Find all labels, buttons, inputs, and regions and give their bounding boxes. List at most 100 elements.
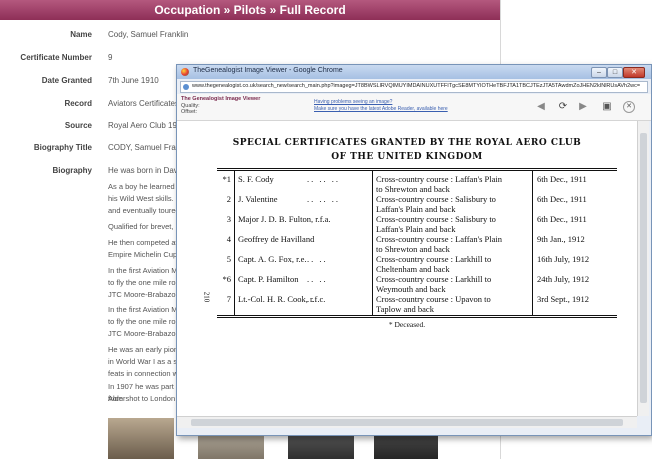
- close-icon[interactable]: ✕: [623, 101, 635, 113]
- route-line: Cross-country course : Larkhill to: [376, 274, 492, 284]
- record-value: He was born in Daven: [108, 166, 187, 175]
- record-label: Record: [64, 99, 92, 108]
- viewer-toolbar: The Genealogist Image Viewer Quality: Of…: [177, 94, 651, 121]
- cert-number: *1: [222, 174, 232, 184]
- date-granted: 24th July, 1912: [537, 274, 590, 284]
- forward-arrow-icon[interactable]: ▶: [577, 101, 589, 113]
- pilot-name: Major J. D. B. Fulton, r.f.a.: [238, 214, 331, 224]
- route-line: Cheltenham and back: [376, 264, 450, 274]
- route: Cross-country course : Upavon to Taplow a…: [376, 294, 528, 314]
- cert-number: 2: [226, 194, 231, 204]
- table-rule: [217, 170, 617, 171]
- chrome-logo-icon: [181, 68, 189, 76]
- date-granted: 3rd Sept., 1912: [537, 294, 589, 304]
- record-value: Aviators Certificates: [108, 99, 179, 108]
- back-arrow-icon[interactable]: ◀: [535, 101, 547, 113]
- date-granted: 6th Dec., 1911: [537, 194, 587, 204]
- record-value: Royal Aero Club 1924: [108, 121, 186, 130]
- leader-dots: .. ..: [307, 254, 328, 264]
- window-title: TheGenealogist Image Viewer - Google Chr…: [193, 67, 343, 74]
- route-line: Laffan's Plain and back: [376, 224, 456, 234]
- date-granted: 6th Dec., 1911: [537, 214, 587, 224]
- date-granted: 6th Dec., 1911: [537, 174, 587, 184]
- close-window-button[interactable]: ✕: [623, 67, 645, 78]
- record-value: Cody, Samuel Franklin: [108, 30, 189, 39]
- quality-label: Quality:: [181, 102, 200, 109]
- table-column-rule: [372, 170, 373, 316]
- record-value: 7th June 1910: [108, 76, 159, 85]
- cert-number: 4: [226, 234, 231, 244]
- route-line: to Shrewton and back: [376, 184, 450, 194]
- leader-dots: .. .. ..: [307, 194, 340, 204]
- cert-number: 7: [226, 294, 231, 304]
- cert-number: *6: [222, 274, 232, 284]
- record-value: 9: [108, 53, 113, 62]
- offset-label: Offset:: [181, 109, 198, 115]
- scrollbar-thumb[interactable]: [191, 419, 623, 426]
- leader-dots: ..: [307, 294, 316, 304]
- leader-dots: .. .. ..: [307, 174, 340, 184]
- cert-number: 3: [226, 214, 231, 224]
- vertical-scrollbar[interactable]: [637, 121, 649, 416]
- help-link[interactable]: Having problems seeing an image?: [314, 99, 392, 105]
- pilot-name: S. F. Cody: [238, 174, 274, 184]
- date-granted: 16th July, 1912: [537, 254, 590, 264]
- route: Cross-country course : Larkhill to Chelte…: [376, 254, 528, 274]
- pilot-name: Capt. P. Hamilton: [238, 274, 299, 284]
- table-rule: [217, 317, 617, 318]
- address-bar[interactable]: www.thegenealogist.co.uk/search_new/sear…: [180, 81, 648, 93]
- record-label: Biography: [52, 166, 92, 175]
- route-line: Cross-country course : Larkhill to: [376, 254, 492, 264]
- adobe-reader-link[interactable]: Make sure you have the latest Adobe Read…: [314, 106, 448, 112]
- route-line: Cross-country course : Salisbury to: [376, 194, 496, 204]
- record-row-name: Name Cody, Samuel Franklin: [0, 30, 500, 44]
- address-url[interactable]: www.thegenealogist.co.uk/search_new/sear…: [192, 83, 644, 89]
- record-label: Certificate Number: [20, 53, 92, 62]
- table-column-rule: [532, 170, 533, 316]
- record-label: Name: [70, 30, 92, 39]
- image-viewer-window: TheGenealogist Image Viewer - Google Chr…: [176, 64, 652, 436]
- record-label: Source: [64, 121, 92, 130]
- route-line: Cross-country course : Laffan's Plain: [376, 234, 503, 244]
- scanned-document: SPECIAL CERTIFICATES GRANTED BY THE ROYA…: [177, 121, 637, 416]
- horizontal-scrollbar[interactable]: [177, 416, 637, 428]
- maximize-button[interactable]: □: [607, 67, 623, 78]
- route: Cross-country course : Larkhill to Weymou…: [376, 274, 528, 294]
- route: Cross-country course : Salisbury to Laffa…: [376, 194, 528, 214]
- scrollbar-thumb[interactable]: [640, 133, 647, 403]
- minimize-button[interactable]: –: [591, 67, 607, 78]
- page-icon: [183, 84, 189, 90]
- table-rule: [217, 168, 617, 169]
- viewer-brand: The Genealogist Image Viewer Quality: Of…: [181, 96, 260, 116]
- record-label: Biography Title: [33, 143, 92, 152]
- document-title: SPECIAL CERTIFICATES GRANTED BY THE ROYA…: [232, 138, 582, 148]
- route-line: to Shrewton and back: [376, 244, 450, 254]
- document-subtitle: OF THE UNITED KINGDOM: [331, 152, 483, 162]
- route-line: Laffan's Plain and back: [376, 204, 456, 214]
- rotate-icon[interactable]: ⟳: [557, 101, 569, 113]
- footnote: * Deceased.: [388, 320, 426, 329]
- route: Cross-country course : Laffan's Plain to …: [376, 174, 528, 194]
- pilot-name: Capt. A. G. Fox, r.e.: [238, 254, 307, 264]
- page-header: Occupation » Pilots » Full Record: [0, 0, 500, 20]
- photo-thumbnail[interactable]: [108, 418, 174, 459]
- table-column-rule: [234, 170, 235, 316]
- window-titlebar[interactable]: TheGenealogist Image Viewer - Google Chr…: [177, 65, 651, 79]
- route-line: Cross-country course : Salisbury to: [376, 214, 496, 224]
- route-line: Cross-country course : Laffan's Plain: [376, 174, 503, 184]
- record-label: Date Granted: [41, 76, 92, 85]
- page-side-number: 210: [202, 291, 211, 303]
- route-line: Cross-country course : Upavon to: [376, 294, 491, 304]
- route-line: Taplow and back: [376, 304, 434, 314]
- save-icon[interactable]: ▣: [601, 101, 613, 113]
- pilot-name: Geoffrey de Havilland: [238, 234, 315, 244]
- table-rule: [217, 315, 617, 316]
- route: Cross-country course : Salisbury to Laffa…: [376, 214, 528, 234]
- date-granted: 9th Jan., 1912: [537, 234, 585, 244]
- pilot-name: J. Valentine: [238, 194, 278, 204]
- cert-number: 5: [226, 254, 231, 264]
- viewer-brand-name: The Genealogist Image Viewer: [181, 96, 261, 102]
- route-line: Weymouth and back: [376, 284, 446, 294]
- leader-dots: .. ..: [307, 274, 328, 284]
- route: Cross-country course : Laffan's Plain to …: [376, 234, 528, 254]
